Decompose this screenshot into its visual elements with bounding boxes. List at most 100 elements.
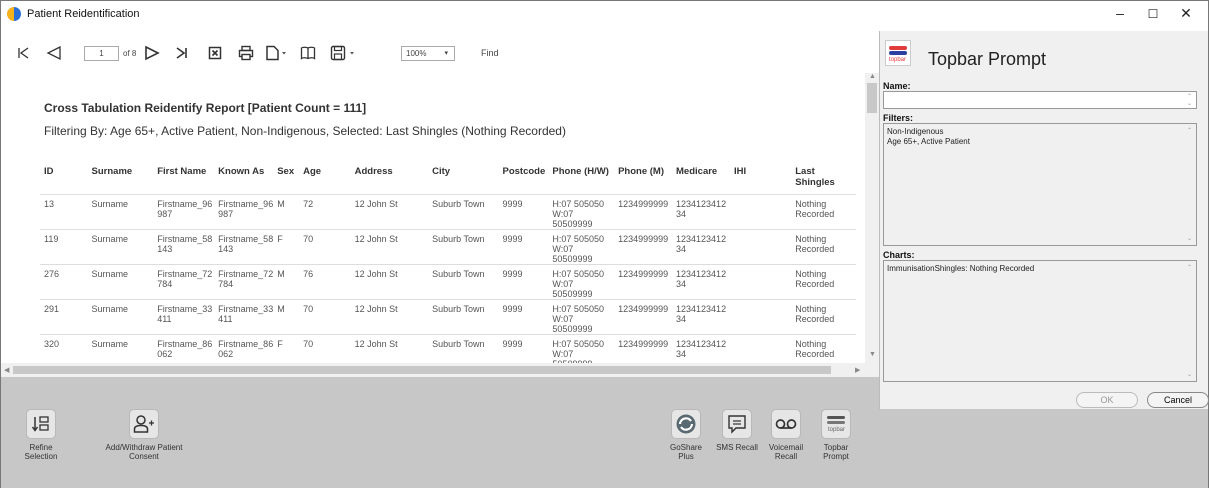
- patient-consent-button[interactable]: Add/Withdraw Patient Consent: [101, 409, 187, 461]
- scroll-up-icon[interactable]: ▲: [869, 73, 876, 80]
- scroll-thumb[interactable]: [13, 366, 831, 374]
- refine-selection-button[interactable]: Refine Selection: [19, 409, 63, 461]
- save-button[interactable]: [327, 41, 361, 65]
- logo-text: topbar: [889, 57, 907, 63]
- find-button[interactable]: Find: [481, 48, 499, 58]
- page-count: of 8: [123, 49, 137, 58]
- sms-recall-label: SMS Recall: [716, 443, 758, 452]
- table-cell: Firstname_72 784: [153, 263, 215, 299]
- scroll-left-icon[interactable]: ◀: [4, 366, 9, 374]
- scroll-down-icon[interactable]: ▼: [869, 351, 876, 358]
- voicemail-recall-button[interactable]: Voicemail Recall: [764, 409, 808, 461]
- charts-textarea[interactable]: ImmunisationShingles: Nothing Recorded ⌃…: [883, 260, 1197, 382]
- chevron-down-icon: ▾: [444, 50, 448, 57]
- column-header: First Name: [157, 166, 207, 177]
- column-header: Age: [303, 166, 322, 177]
- table-cell: [729, 193, 792, 229]
- table-cell: Firstname_96 987: [153, 193, 215, 229]
- first-page-button[interactable]: [15, 41, 33, 65]
- table-cell: 12 John St: [350, 263, 429, 299]
- table-cell: [729, 263, 792, 299]
- table-cell: Suburb Town: [428, 193, 499, 229]
- table-cell: Firstname_72 784: [214, 263, 274, 299]
- filters-label: Filters:: [883, 113, 914, 123]
- table-row[interactable]: 13 Surname Firstname_96 987 Firstname_96 98…: [40, 193, 856, 229]
- save-dropdown-icon: [330, 45, 354, 61]
- report-vertical-scrollbar[interactable]: ▲ ▼: [865, 73, 879, 363]
- scroll-right-icon[interactable]: ▶: [855, 366, 860, 374]
- print-button[interactable]: [235, 41, 257, 65]
- scroll-thumb[interactable]: [867, 83, 877, 113]
- table-cell: 1234123412 34: [672, 298, 730, 334]
- table-cell: 9999: [498, 228, 549, 264]
- goshare-plus-button[interactable]: GoShare Plus: [664, 409, 708, 461]
- sms-recall-button[interactable]: SMS Recall: [715, 409, 759, 452]
- column-header: Phone (H/W): [552, 166, 609, 177]
- document-dropdown-icon: [266, 45, 286, 61]
- table-cell: H:07 505050 W:07 50509999: [548, 263, 615, 299]
- table-cell: Firstname_58 143: [214, 228, 274, 264]
- name-input[interactable]: ⌃ ⌄: [883, 91, 1197, 109]
- maximize-button[interactable]: ☐: [1138, 7, 1168, 21]
- table-cell: Nothing Recorded: [791, 263, 856, 299]
- last-page-button[interactable]: [171, 41, 191, 65]
- table-cell: [729, 333, 792, 363]
- name-scrollbar[interactable]: ⌃ ⌄: [1186, 92, 1196, 108]
- first-page-icon: [18, 47, 29, 59]
- export-button[interactable]: [263, 41, 291, 65]
- column-header: Postcode: [502, 166, 546, 177]
- report-filter: Filtering By: Age 65+, Active Patient, N…: [44, 124, 566, 138]
- voicemail-recall-label: Voicemail Recall: [768, 443, 804, 461]
- table-cell: 276: [40, 263, 88, 299]
- svg-text:topbar: topbar: [828, 427, 845, 433]
- topbar-prompt-label: Topbar Prompt: [823, 443, 849, 461]
- table-cell: 320: [40, 333, 88, 363]
- charts-scrollbar[interactable]: ⌃ ⌄: [1186, 261, 1196, 381]
- table-cell: Nothing Recorded: [791, 333, 856, 363]
- report-title: Cross Tabulation Reidentify Report [Pati…: [44, 101, 367, 115]
- table-cell: 1234123412 34: [672, 228, 730, 264]
- refine-selection-label: Refine Selection: [24, 443, 58, 461]
- minimize-button[interactable]: –: [1105, 5, 1135, 21]
- table-cell: Surname: [87, 228, 154, 264]
- report-horizontal-scrollbar[interactable]: ◀ ▶: [1, 363, 879, 377]
- table-cell: Surname: [87, 193, 154, 229]
- goshare-plus-label: GoShare Plus: [669, 443, 703, 461]
- table-cell: 1234123412 34: [672, 263, 730, 299]
- voicemail-icon: [771, 409, 801, 439]
- table-row[interactable]: 320 Surname Firstname_86 062 Firstname_86 0…: [40, 333, 856, 363]
- table-cell: Nothing Recorded: [791, 228, 856, 264]
- table-cell: H:07 505050 W:07 50509999: [548, 298, 615, 334]
- filters-textarea[interactable]: Non-Indigenous Age 65+, Active Patient ⌃…: [883, 123, 1197, 246]
- table-row[interactable]: 276 Surname Firstname_72 784 Firstname_72 7…: [40, 263, 856, 299]
- last-page-icon: [176, 47, 187, 59]
- ok-button[interactable]: OK: [1076, 392, 1138, 408]
- topbar-prompt-button[interactable]: topbar Topbar Prompt: [814, 409, 858, 461]
- name-label: Name:: [883, 81, 911, 91]
- table-cell: Suburb Town: [428, 298, 499, 334]
- refine-icon: [26, 409, 56, 439]
- page-setup-button[interactable]: [297, 41, 319, 65]
- prev-page-button[interactable]: [43, 41, 65, 65]
- table-cell: Surname: [87, 263, 154, 299]
- topbar-prompt-panel: topbar Topbar Prompt Name: ⌃ ⌄ Filters: N…: [879, 31, 1209, 409]
- page-number-input[interactable]: 1: [84, 46, 119, 61]
- prev-page-icon: [46, 45, 61, 61]
- table-cell: 12 John St: [350, 333, 429, 363]
- cancel-button[interactable]: Cancel: [1147, 392, 1209, 408]
- table-row[interactable]: 119 Surname Firstname_58 143 Firstname_58 1…: [40, 228, 856, 264]
- report-toolbar: 1 of 8 100% ▾ Find: [15, 41, 865, 67]
- close-button[interactable]: ✕: [1171, 5, 1201, 22]
- next-page-button[interactable]: [141, 41, 163, 65]
- add-user-icon: [129, 409, 159, 439]
- table-cell: 1234999999: [614, 333, 673, 363]
- filters-scrollbar[interactable]: ⌃ ⌄: [1186, 124, 1196, 245]
- zoom-select[interactable]: 100% ▾: [401, 46, 455, 61]
- window-title: Patient Reidentification: [27, 8, 140, 20]
- table-cell: 70: [299, 228, 351, 264]
- column-header: Medicare: [676, 166, 718, 177]
- table-cell: M: [273, 298, 300, 334]
- stop-button[interactable]: [205, 41, 225, 65]
- table-row[interactable]: 291 Surname Firstname_33 411 Firstname_33 4…: [40, 298, 856, 334]
- table-cell: 119: [40, 228, 88, 264]
